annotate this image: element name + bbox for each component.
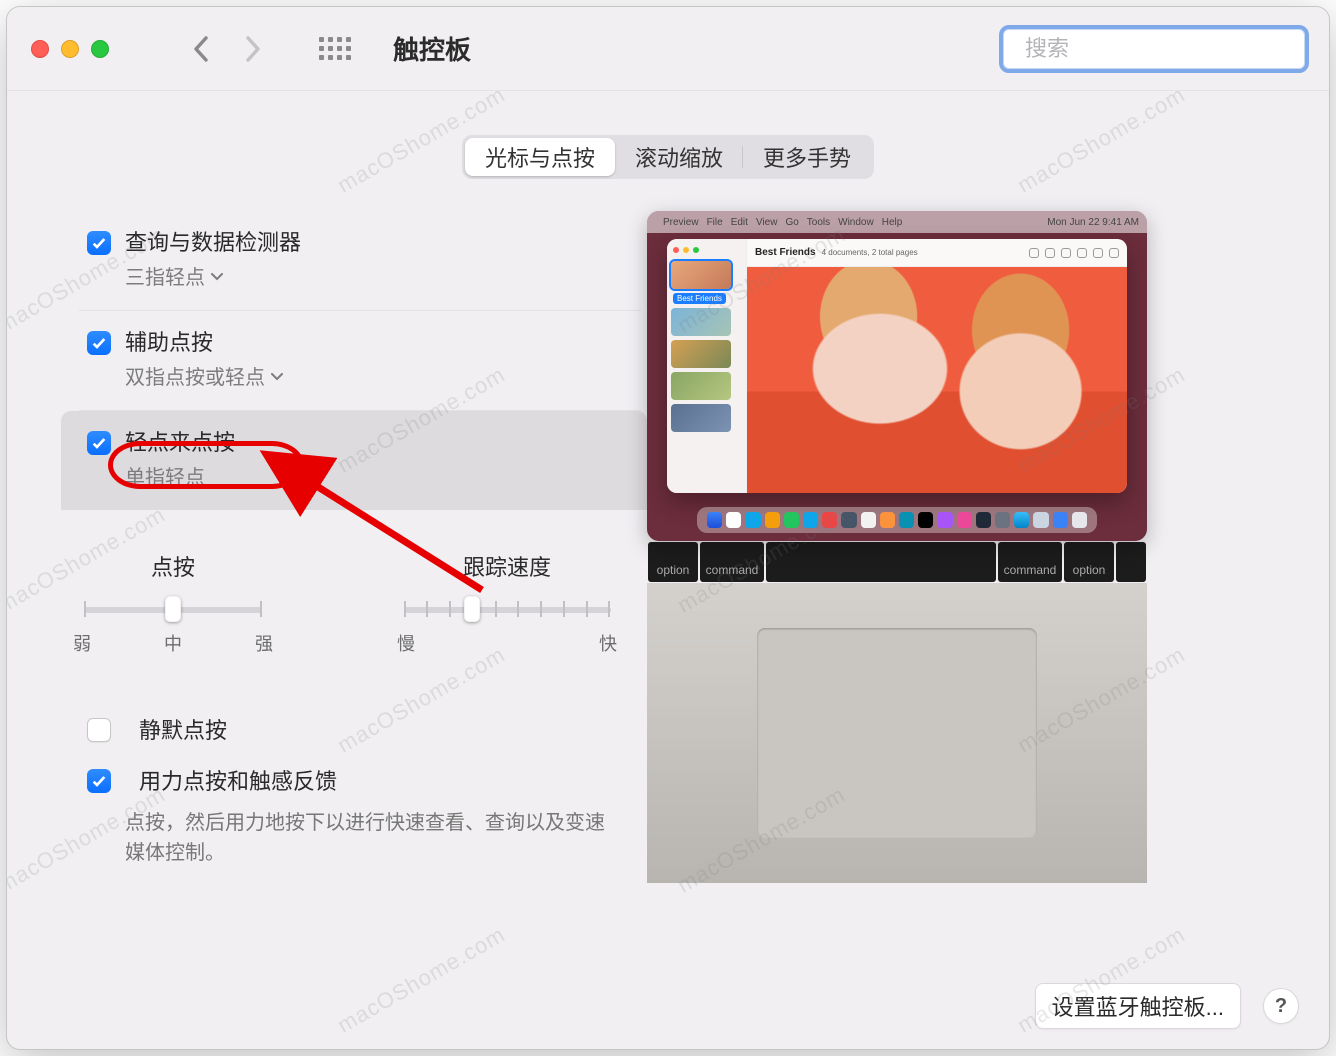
slider-click-label: 点按 [151,550,195,582]
option-force-desc: 点按，然后用力地按下以进行快速查看、查询以及变速媒体控制。 [87,808,647,868]
tab-scroll-zoom[interactable]: 滚动缩放 [615,138,743,176]
preview-photo [747,267,1127,493]
forward-button[interactable] [233,29,273,69]
search-field[interactable] [999,25,1309,73]
selection-label: Best Friends [673,293,726,304]
chevron-down-icon [271,368,283,384]
option-lookup-label: 查询与数据检测器 [125,225,301,257]
slider-click-min: 弱 [73,630,91,656]
slider-tracking-max: 快 [599,630,617,656]
checkbox-tap-to-click[interactable] [87,431,111,455]
checkbox-lookup[interactable] [87,231,111,255]
option-secondary-dropdown[interactable]: 双指点按或轻点 [125,361,283,390]
preview-keyboard: option command command option [647,541,1147,583]
show-all-button[interactable] [315,29,355,69]
option-tap-label: 轻点来点按 [125,425,235,457]
slider-tracking-min: 慢 [397,630,415,656]
checkbox-force-click[interactable] [87,769,111,793]
preview-monitor: Preview File Edit View Go Tools Window H… [647,211,1147,541]
slider-click-mid: 中 [164,630,182,656]
slider-click-knob[interactable] [165,596,181,622]
chevron-down-icon [211,268,223,284]
slider-click[interactable] [84,600,262,616]
page-title: 触控板 [393,30,471,67]
thumbnail [671,308,731,336]
checkbox-secondary-click[interactable] [87,331,111,355]
preview-trackpad [757,628,1037,838]
option-tap-sub: 单指轻点 [125,461,235,490]
thumbnail [671,261,731,289]
slider-tracking[interactable] [404,600,611,616]
option-tap-to-click: 轻点来点按 单指轻点 [61,411,647,510]
option-secondary-click: 辅助点按 双指点按或轻点 [61,311,647,410]
tab-bar: 光标与点按 滚动缩放 更多手势 [462,135,874,179]
setup-bluetooth-trackpad-button[interactable]: 设置蓝牙触控板... [1035,983,1241,1029]
back-button[interactable] [181,29,221,69]
option-silent-label: 静默点按 [139,712,227,745]
tab-point-and-click[interactable]: 光标与点按 [465,138,615,176]
slider-tracking-label: 跟踪速度 [463,550,551,582]
thumbnail [671,404,731,432]
preview-dock [697,507,1097,533]
thumbnail [671,340,731,368]
preview-window: Best Friends Best Friends 4 documents, 2… [667,239,1127,493]
close-button[interactable] [31,40,49,58]
option-lookup: 查询与数据检测器 三指轻点 [61,209,647,310]
checkbox-silent-click[interactable] [87,718,111,742]
option-lookup-dropdown[interactable]: 三指轻点 [125,261,301,290]
help-button[interactable]: ? [1263,988,1299,1024]
zoom-button[interactable] [91,40,109,58]
minimize-button[interactable] [61,40,79,58]
tab-more-gestures[interactable]: 更多手势 [743,138,871,176]
thumbnail [671,372,731,400]
search-input[interactable] [1025,36,1313,62]
slider-click-max: 强 [255,630,273,656]
preview-device [647,583,1147,883]
option-force-label: 用力点按和触感反馈 [139,763,337,796]
preview-menubar: Preview File Edit View Go Tools Window H… [647,211,1147,233]
slider-tracking-knob[interactable] [464,596,480,622]
option-secondary-label: 辅助点按 [125,325,283,357]
preview-area: Preview File Edit View Go Tools Window H… [647,211,1293,883]
